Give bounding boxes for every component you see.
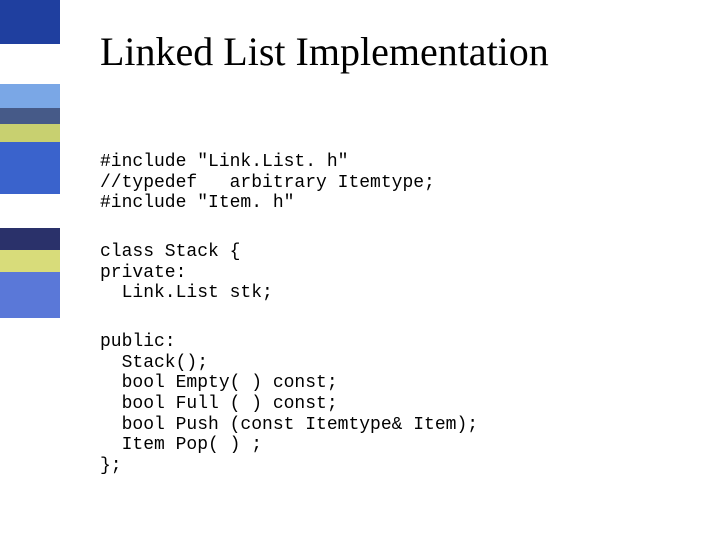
sidebar-block <box>0 318 60 358</box>
sidebar-block <box>0 108 60 124</box>
slide: Linked List Implementation #include "Lin… <box>0 0 720 540</box>
sidebar-block <box>0 44 60 84</box>
code-block-class-public: public: Stack(); bool Empty( ) const; bo… <box>100 332 478 477</box>
sidebar-block <box>0 358 60 540</box>
sidebar-block <box>0 250 60 272</box>
slide-title: Linked List Implementation <box>100 28 549 75</box>
sidebar-block <box>0 84 60 108</box>
sidebar-block <box>0 272 60 318</box>
sidebar-block <box>0 124 60 142</box>
sidebar-block <box>0 194 60 228</box>
decorative-sidebar <box>0 0 60 540</box>
sidebar-block <box>0 228 60 250</box>
sidebar-block <box>0 142 60 194</box>
sidebar-block <box>0 0 60 44</box>
code-block-includes: #include "Link.List. h" //typedef arbitr… <box>100 152 435 214</box>
code-block-class-private: class Stack { private: Link.List stk; <box>100 242 273 304</box>
